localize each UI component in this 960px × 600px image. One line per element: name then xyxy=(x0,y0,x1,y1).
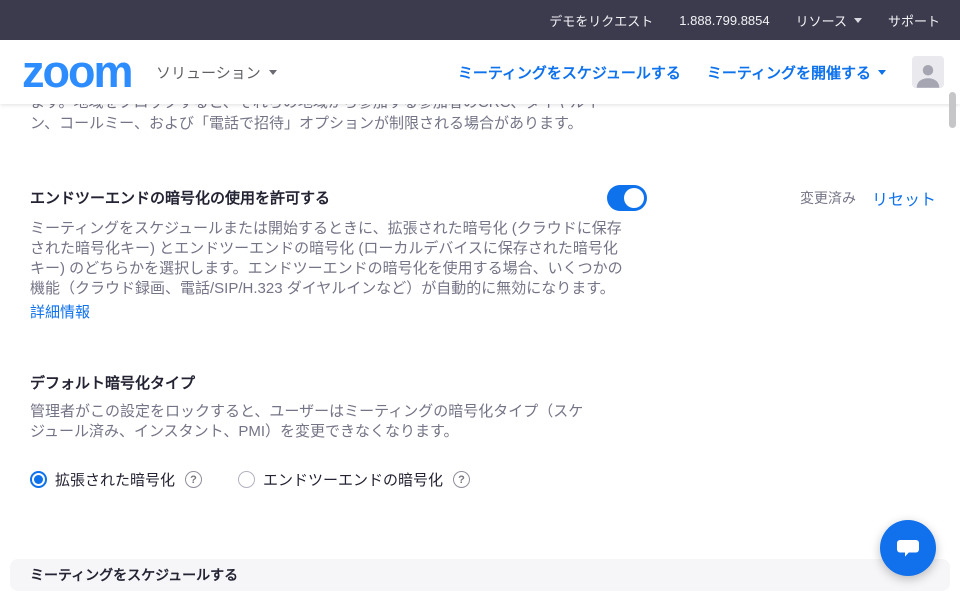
person-icon xyxy=(913,60,943,88)
support-link[interactable]: サポート xyxy=(888,11,940,30)
zoom-logo[interactable]: zoom xyxy=(22,40,132,104)
default-encryption-description-line: 管理者がこの設定をロックすると、ユーザーはミーティングの暗号化タイプ（スケ xyxy=(30,402,583,422)
phone-number-link[interactable]: 1.888.799.8854 xyxy=(679,13,769,28)
e2e-description-line: された暗号化キー) とエンドツーエンドの暗号化 (ローカルデバイスに保存された暗… xyxy=(30,239,618,259)
zoom-settings-page: ます。地域をブロックすると、それらの地域から参加する参加者のCRC、ダイヤルイ … xyxy=(0,0,960,600)
learn-more-link[interactable]: 詳細情報 xyxy=(30,301,90,322)
e2e-encryption-toggle[interactable] xyxy=(607,185,647,211)
clipped-paragraph-line: ン、コールミー、および「電話で招待」オプションが制限される場合があります。 xyxy=(30,114,582,134)
top-utility-bar: デモをリクエスト 1.888.799.8854 リソース サポート xyxy=(0,0,960,40)
user-avatar[interactable] xyxy=(912,56,944,88)
chevron-down-icon xyxy=(269,70,277,75)
schedule-meeting-link[interactable]: ミーティングをスケジュールする xyxy=(458,62,681,83)
chat-icon xyxy=(894,535,922,561)
resources-label: リソース xyxy=(796,11,847,30)
radio-selected-icon[interactable] xyxy=(30,471,47,488)
e2e-description-line: キー) のどちらかを選択します。エンドツーエンドの暗号化を使用する場合、いくつか… xyxy=(30,259,623,279)
e2e-description-line: 機能（クラウド録画、電話/SIP/H.323 ダイヤルインなど）が自動的に無効に… xyxy=(30,279,615,299)
nav-solutions-menu[interactable]: ソリューション xyxy=(156,40,277,104)
radio-label: エンドツーエンドの暗号化 xyxy=(263,469,443,490)
chevron-down-icon xyxy=(854,18,862,23)
vertical-scrollbar-thumb[interactable] xyxy=(949,92,956,128)
reset-link[interactable]: リセット xyxy=(872,186,936,210)
help-icon[interactable]: ? xyxy=(185,471,202,488)
radio-unselected-icon[interactable] xyxy=(238,471,255,488)
radio-e2e-encryption[interactable]: エンドツーエンドの暗号化 ? xyxy=(238,469,470,490)
default-encryption-description-line: ジュール済み、インスタント、PMI）を変更できなくなります。 xyxy=(30,422,459,442)
help-icon[interactable]: ? xyxy=(453,471,470,488)
default-encryption-title: デフォルト暗号化タイプ xyxy=(30,372,195,393)
radio-enhanced-encryption[interactable]: 拡張された暗号化 ? xyxy=(30,469,202,490)
next-section-title: ミーティングをスケジュールする xyxy=(30,565,238,585)
e2e-description-line: ミーティングをスケジュールまたは開始するときに、拡張された暗号化 (クラウドに保… xyxy=(30,219,622,239)
e2e-encryption-setting-title: エンドツーエンドの暗号化の使用を許可する xyxy=(30,187,330,208)
modified-status-badge: 変更済み xyxy=(800,188,856,208)
radio-label: 拡張された暗号化 xyxy=(55,469,175,490)
toggle-knob xyxy=(624,188,644,208)
nav-solutions-label: ソリューション xyxy=(156,62,261,83)
chevron-down-icon xyxy=(878,70,886,75)
chat-button[interactable] xyxy=(880,520,936,576)
header-right-nav: ミーティングをスケジュールする ミーティングを開催する xyxy=(458,40,944,104)
encryption-type-radio-group: 拡張された暗号化 ? エンドツーエンドの暗号化 ? xyxy=(30,469,470,490)
host-meeting-menu[interactable]: ミーティングを開催する xyxy=(707,62,886,83)
next-section-header: ミーティングをスケジュールする xyxy=(10,559,950,591)
host-meeting-label: ミーティングを開催する xyxy=(707,62,871,83)
site-header: zoom ソリューション ミーティングをスケジュールする ミーティングを開催する xyxy=(0,40,960,104)
request-demo-link[interactable]: デモをリクエスト xyxy=(549,11,653,30)
resources-menu[interactable]: リソース xyxy=(796,11,862,30)
